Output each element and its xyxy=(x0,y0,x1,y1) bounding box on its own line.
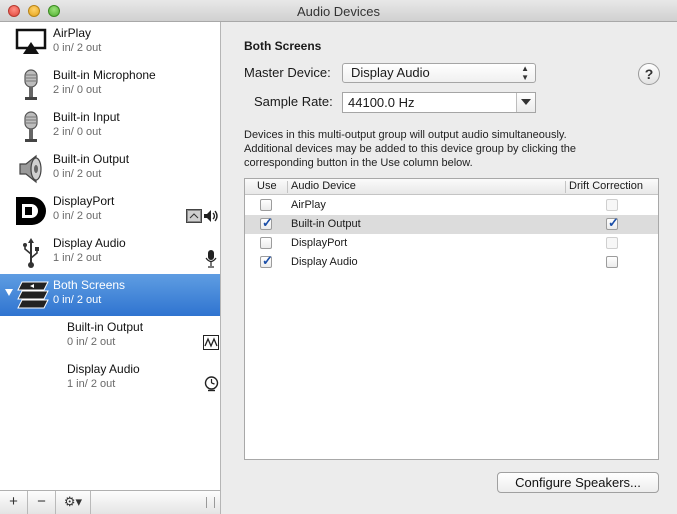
device-list[interactable]: AirPlay 0 in/ 2 out Built-in Microphone … xyxy=(0,22,221,490)
drift-correction-checkbox xyxy=(606,237,618,249)
use-checkbox[interactable] xyxy=(260,237,272,249)
airplay-icon xyxy=(15,28,47,54)
gear-menu-button[interactable]: ⚙▾ xyxy=(56,491,91,514)
column-header-audio-device[interactable]: Audio Device xyxy=(291,180,356,192)
remove-device-button[interactable]: − xyxy=(28,491,56,514)
disclosure-triangle[interactable] xyxy=(5,289,13,296)
device-name: Display Audio xyxy=(67,362,140,376)
volume-icon xyxy=(204,210,218,222)
group-description: Devices in this multi-output group will … xyxy=(244,128,654,170)
device-io: 2 in/ 0 out xyxy=(53,84,102,96)
device-name: Built-in Output xyxy=(53,152,130,166)
device-name: Built-in Input xyxy=(53,110,120,124)
device-io: 0 in/ 2 out xyxy=(53,168,102,180)
device-io: 2 in/ 0 out xyxy=(53,126,102,138)
device-item-displayport[interactable]: DisplayPort 0 in/ 2 out xyxy=(0,190,220,232)
device-item-builtin-input[interactable]: Built-in Input 2 in/ 0 out xyxy=(0,106,220,148)
device-name: Built-in Microphone xyxy=(53,68,156,82)
drift-correction-checkbox[interactable] xyxy=(606,256,618,268)
device-name: Display Audio xyxy=(53,236,126,250)
speaker-icon xyxy=(19,154,42,184)
updown-arrows-icon: ▲ ▼ xyxy=(521,64,529,82)
device-item-builtin-output[interactable]: Built-in Output 0 in/ 2 out xyxy=(0,148,220,190)
device-name: AirPlay xyxy=(53,26,92,40)
column-header-use[interactable]: Use xyxy=(257,180,277,192)
device-item-builtin-microphone[interactable]: Built-in Microphone 2 in/ 0 out xyxy=(0,64,220,106)
displayport-icon xyxy=(16,197,46,225)
subdevice-item-builtin-output[interactable]: Built-in Output 0 in/ 2 out xyxy=(0,316,220,358)
description-line: Devices in this multi-output group will … xyxy=(244,129,567,141)
description-line: Additional devices may be added to this … xyxy=(244,143,577,155)
table-row[interactable]: DisplayPort xyxy=(245,234,658,253)
device-io: 0 in/ 2 out xyxy=(53,42,102,54)
device-name: Both Screens xyxy=(53,278,126,292)
microphone-icon xyxy=(24,69,38,100)
audio-device-name: Display Audio xyxy=(291,256,358,268)
subdevice-item-display-audio[interactable]: Display Audio 1 in/ 2 out xyxy=(0,358,220,400)
use-checkbox[interactable]: ✓ xyxy=(260,253,273,268)
device-io: 0 in/ 2 out xyxy=(67,336,116,348)
device-io: 0 in/ 2 out xyxy=(53,294,102,306)
use-checkbox[interactable]: ✓ xyxy=(260,215,273,230)
drift-correction-checkbox[interactable]: ✓ xyxy=(606,215,619,230)
sample-rate-label: Sample Rate: xyxy=(254,94,333,109)
sample-rate-value: 44100.0 Hz xyxy=(348,95,415,110)
column-header-drift-correction[interactable]: Drift Correction xyxy=(569,180,643,192)
chevron-down-icon xyxy=(521,99,531,105)
description-line: corresponding button in the Use column b… xyxy=(244,157,473,169)
sample-rate-combo[interactable]: 44100.0 Hz xyxy=(342,92,536,113)
clock-icon xyxy=(204,376,219,392)
window-title: Audio Devices xyxy=(296,4,381,19)
audio-device-name: AirPlay xyxy=(291,199,326,211)
checkmark-icon: ✓ xyxy=(608,215,619,230)
microphone-icon xyxy=(24,111,38,142)
device-item-both-screens[interactable]: Both Screens 0 in/ 2 out xyxy=(0,274,220,316)
configure-speakers-button[interactable]: Configure Speakers... xyxy=(497,472,659,493)
help-button[interactable]: ? xyxy=(638,63,660,85)
device-name: Built-in Output xyxy=(67,320,144,334)
sample-rate-dropdown-button[interactable] xyxy=(516,93,535,112)
master-device-label: Master Device: xyxy=(244,65,331,80)
microphone-icon xyxy=(205,250,217,268)
device-item-airplay[interactable]: AirPlay 0 in/ 2 out xyxy=(0,22,220,64)
device-name: DisplayPort xyxy=(53,194,115,208)
resize-handle[interactable] xyxy=(206,497,215,508)
multi-output-icon xyxy=(17,281,49,309)
audio-devices-window: Audio Devices AirPlay 0 in/ 2 out Built-… xyxy=(0,0,677,514)
waveform-icon xyxy=(203,335,219,350)
checkmark-icon: ✓ xyxy=(262,215,273,230)
master-device-value: Display Audio xyxy=(351,65,430,80)
audio-device-name: DisplayPort xyxy=(291,237,348,249)
audio-device-name: Built-in Output xyxy=(291,218,361,230)
add-device-button[interactable]: + xyxy=(0,491,28,514)
device-io: 1 in/ 2 out xyxy=(67,378,116,390)
device-io: 1 in/ 2 out xyxy=(53,252,102,264)
usb-icon xyxy=(23,238,39,268)
sidebar-toolbar: + − ⚙▾ xyxy=(0,490,221,514)
column-divider xyxy=(565,181,566,193)
device-io: 0 in/ 2 out xyxy=(53,210,102,222)
checkmark-icon: ✓ xyxy=(262,253,273,268)
device-item-display-audio[interactable]: Display Audio 1 in/ 2 out xyxy=(0,232,220,274)
table-row[interactable]: ✓ Built-in Output ✓ xyxy=(245,215,658,234)
master-device-popup[interactable]: Display Audio ▲ ▼ xyxy=(342,63,536,83)
device-detail-pane: Both Screens Master Device: Display Audi… xyxy=(222,22,677,514)
title-bar: Audio Devices xyxy=(0,0,677,22)
use-checkbox[interactable] xyxy=(260,199,272,211)
table-header: Use Audio Device Drift Correction xyxy=(245,179,658,195)
device-table: Use Audio Device Drift Correction AirPla… xyxy=(244,178,659,460)
column-divider xyxy=(287,181,288,193)
finder-icon xyxy=(186,209,202,223)
table-row[interactable]: ✓ Display Audio xyxy=(245,253,658,272)
drift-correction-checkbox xyxy=(606,199,618,211)
device-heading: Both Screens xyxy=(244,39,322,53)
table-row[interactable]: AirPlay xyxy=(245,196,658,215)
